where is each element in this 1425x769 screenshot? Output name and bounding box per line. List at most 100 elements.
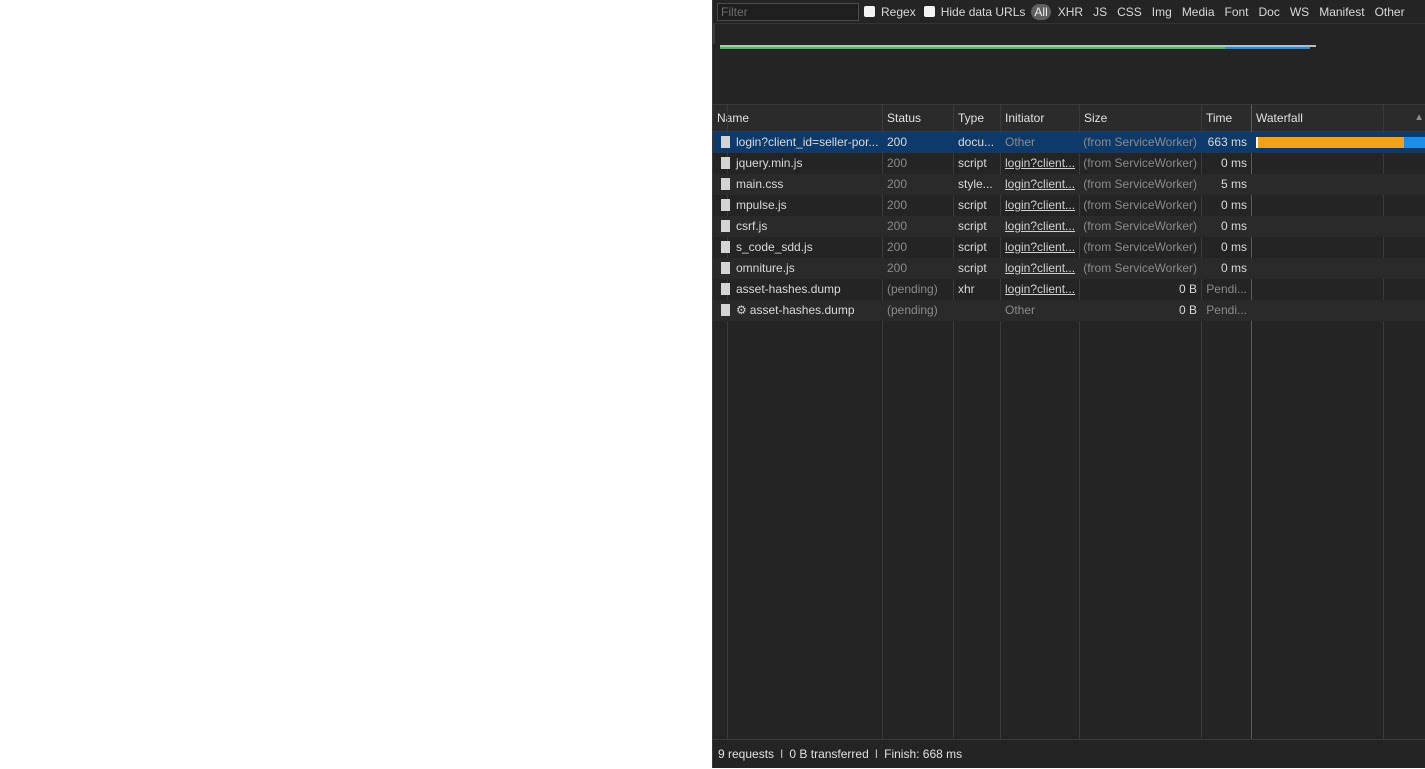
footer-separator: I bbox=[874, 747, 879, 761]
request-row[interactable]: ⚙ asset-hashes.dump (pending) Other 0 B Pendi… bbox=[713, 300, 1425, 321]
cell-type: script bbox=[954, 216, 1001, 237]
type-filter-js[interactable]: JS bbox=[1088, 4, 1112, 20]
toolbar-divider bbox=[713, 24, 715, 44]
cell-type: script bbox=[954, 258, 1001, 279]
column-header-type[interactable]: Type bbox=[954, 105, 1001, 131]
request-size: 0 B bbox=[1178, 303, 1197, 317]
column-header-initiator[interactable]: Initiator bbox=[1001, 105, 1079, 131]
type-filter-css[interactable]: CSS bbox=[1112, 4, 1147, 20]
request-row[interactable]: mpulse.js 200 script login?client... (from S… bbox=[713, 195, 1425, 216]
file-icon bbox=[721, 283, 730, 295]
cell-initiator[interactable]: login?client... bbox=[1001, 216, 1079, 237]
request-size: 0 B bbox=[1178, 282, 1197, 296]
secondary-toolbar bbox=[713, 24, 1425, 45]
cell-name[interactable]: asset-hashes.dump bbox=[713, 279, 882, 300]
request-row[interactable]: jquery.min.js 200 script login?client... (fr… bbox=[713, 153, 1425, 174]
request-status: 200 bbox=[887, 261, 908, 275]
request-type: script bbox=[958, 261, 987, 275]
cell-name[interactable]: jquery.min.js bbox=[713, 153, 882, 174]
cell-type: script bbox=[954, 195, 1001, 216]
waterfall-bar-download bbox=[1404, 137, 1425, 148]
cell-time: 0 ms bbox=[1202, 258, 1251, 279]
hide-data-urls-checkbox-box[interactable] bbox=[923, 6, 935, 17]
cell-type: style... bbox=[954, 174, 1001, 195]
request-row[interactable]: s_code_sdd.js 200 script login?client... (fr… bbox=[713, 237, 1425, 258]
request-status: 200 bbox=[887, 135, 908, 149]
filter-input[interactable] bbox=[717, 2, 859, 21]
cell-name[interactable]: login?client_id=seller-por... bbox=[713, 132, 882, 153]
cell-initiator[interactable]: login?client... bbox=[1001, 153, 1079, 174]
request-initiator[interactable]: Other bbox=[1005, 135, 1035, 149]
cell-name[interactable]: s_code_sdd.js bbox=[713, 237, 882, 258]
hide-data-urls-checkbox[interactable]: Hide data URLs bbox=[923, 5, 1025, 19]
request-type: style... bbox=[958, 177, 993, 191]
timeline-overview[interactable] bbox=[713, 44, 1425, 105]
column-header-status[interactable]: Status bbox=[883, 105, 953, 131]
cell-initiator[interactable]: login?client... bbox=[1001, 258, 1079, 279]
request-initiator[interactable]: Other bbox=[1005, 303, 1035, 317]
cell-initiator[interactable]: login?client... bbox=[1001, 195, 1079, 216]
request-name: asset-hashes.dump bbox=[749, 303, 855, 317]
cell-type: xhr bbox=[954, 279, 1001, 300]
cell-name[interactable]: csrf.js bbox=[713, 216, 882, 237]
cell-type: docu... bbox=[954, 132, 1001, 153]
request-status: 200 bbox=[887, 177, 908, 191]
cell-name[interactable]: mpulse.js bbox=[713, 195, 882, 216]
request-name: omniture.js bbox=[736, 261, 795, 275]
status-bar: 9 requests I 0 B transferred I Finish: 668 m… bbox=[713, 739, 1425, 768]
request-initiator[interactable]: login?client... bbox=[1005, 240, 1075, 254]
request-row[interactable]: login?client_id=seller-por... 200 docu... O… bbox=[713, 132, 1425, 153]
sort-ascending-icon[interactable]: ▲ bbox=[1414, 105, 1424, 131]
cell-status: 200 bbox=[883, 237, 953, 258]
cell-time: Pendi... bbox=[1202, 279, 1251, 300]
file-icon bbox=[721, 304, 730, 316]
cell-status: (pending) bbox=[883, 279, 953, 300]
type-filter-ws[interactable]: WS bbox=[1285, 4, 1314, 20]
transferred-size: 0 B transferred bbox=[789, 747, 869, 761]
request-status: 200 bbox=[887, 156, 908, 170]
request-initiator[interactable]: login?client... bbox=[1005, 177, 1075, 191]
request-initiator[interactable]: login?client... bbox=[1005, 198, 1075, 212]
request-name: login?client_id=seller-por... bbox=[736, 135, 879, 149]
type-filter-img[interactable]: Img bbox=[1147, 4, 1177, 20]
request-row[interactable]: csrf.js 200 script login?client... (from Ser… bbox=[713, 216, 1425, 237]
type-filter-other[interactable]: Other bbox=[1370, 4, 1410, 20]
filter-bar: Regex Hide data URLs AllXHRJSCSSImgMedia… bbox=[713, 0, 1425, 24]
request-initiator[interactable]: login?client... bbox=[1005, 282, 1075, 296]
request-initiator[interactable]: login?client... bbox=[1005, 156, 1075, 170]
column-header-size[interactable]: Size bbox=[1080, 105, 1202, 131]
type-filter-media[interactable]: Media bbox=[1177, 4, 1220, 20]
request-type: docu... bbox=[958, 135, 995, 149]
type-filter-xhr[interactable]: XHR bbox=[1053, 4, 1088, 20]
request-row[interactable]: main.css 200 style... login?client... (from … bbox=[713, 174, 1425, 195]
request-name: s_code_sdd.js bbox=[736, 240, 813, 254]
cell-initiator[interactable]: Other bbox=[1001, 132, 1079, 153]
cell-initiator[interactable]: login?client... bbox=[1001, 279, 1079, 300]
file-icon bbox=[721, 178, 730, 190]
regex-checkbox[interactable]: Regex bbox=[864, 5, 916, 19]
column-header-time[interactable]: Time bbox=[1202, 105, 1251, 131]
type-filter-font[interactable]: Font bbox=[1220, 4, 1254, 20]
cell-name[interactable]: main.css bbox=[713, 174, 882, 195]
column-header-name[interactable]: Name bbox=[713, 105, 882, 131]
type-filter-doc[interactable]: Doc bbox=[1254, 4, 1285, 20]
request-row[interactable]: asset-hashes.dump (pending) xhr login?clien… bbox=[713, 279, 1425, 300]
cell-initiator[interactable]: login?client... bbox=[1001, 174, 1079, 195]
column-header-waterfall[interactable]: Waterfall bbox=[1252, 105, 1425, 131]
request-size: (from ServiceWorker) bbox=[1083, 240, 1197, 254]
request-initiator[interactable]: login?client... bbox=[1005, 219, 1075, 233]
cell-size: (from ServiceWorker) bbox=[1080, 258, 1201, 279]
file-icon bbox=[721, 220, 730, 232]
type-filter-manifest[interactable]: Manifest bbox=[1314, 4, 1369, 20]
request-initiator[interactable]: login?client... bbox=[1005, 261, 1075, 275]
cell-initiator[interactable]: login?client... bbox=[1001, 237, 1079, 258]
cell-status: 200 bbox=[883, 195, 953, 216]
cell-initiator[interactable]: Other bbox=[1001, 300, 1079, 321]
cell-name[interactable]: omniture.js bbox=[713, 258, 882, 279]
cell-name[interactable]: ⚙ asset-hashes.dump bbox=[713, 300, 882, 321]
request-row[interactable]: omniture.js 200 script login?client... (from… bbox=[713, 258, 1425, 279]
regex-checkbox-box[interactable] bbox=[864, 6, 875, 17]
request-type: script bbox=[958, 240, 987, 254]
request-time: 0 ms bbox=[1220, 219, 1247, 233]
type-filter-all[interactable]: All bbox=[1031, 3, 1051, 20]
